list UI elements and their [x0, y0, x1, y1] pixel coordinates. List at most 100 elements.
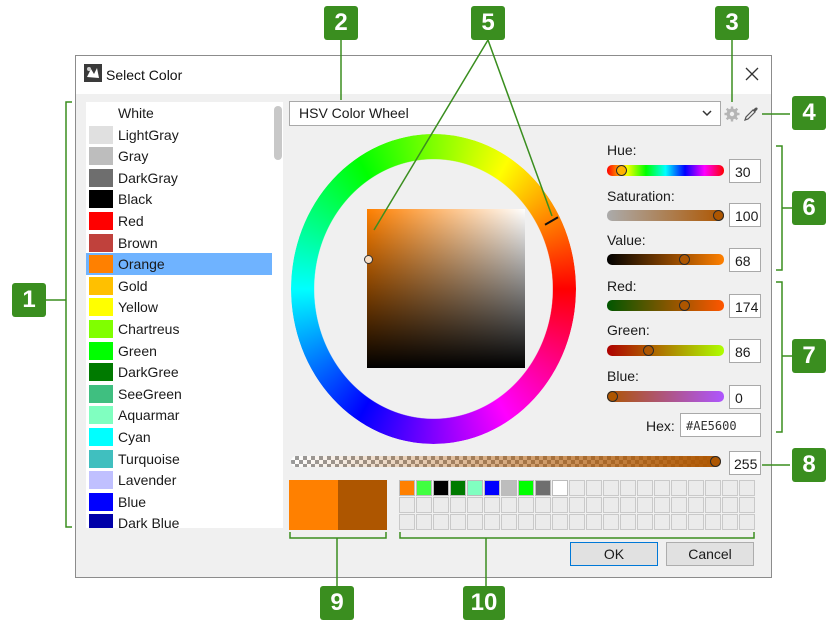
empty-custom-color-slot[interactable]	[603, 480, 619, 496]
empty-custom-color-slot[interactable]	[467, 497, 483, 513]
hsv-color-wheel[interactable]	[291, 134, 576, 444]
color-list-item[interactable]: Aquarmar	[86, 404, 272, 426]
empty-custom-color-slot[interactable]	[620, 480, 636, 496]
empty-custom-color-slot[interactable]	[518, 497, 534, 513]
color-list-item[interactable]: Gold	[86, 275, 272, 297]
close-icon[interactable]	[739, 61, 765, 87]
empty-custom-color-slot[interactable]	[501, 497, 517, 513]
custom-color-swatch[interactable]	[450, 480, 466, 496]
empty-custom-color-slot[interactable]	[399, 514, 415, 530]
empty-custom-color-slot[interactable]	[654, 514, 670, 530]
empty-custom-color-slot[interactable]	[569, 480, 585, 496]
empty-custom-color-slot[interactable]	[450, 514, 466, 530]
empty-custom-color-slot[interactable]	[722, 514, 738, 530]
empty-custom-color-slot[interactable]	[722, 480, 738, 496]
color-list-item[interactable]: SeeGreen	[86, 383, 272, 405]
empty-custom-color-slot[interactable]	[586, 497, 602, 513]
alpha-slider-knob[interactable]	[710, 456, 721, 467]
custom-color-swatch[interactable]	[467, 480, 483, 496]
empty-custom-color-slot[interactable]	[654, 480, 670, 496]
empty-custom-color-slot[interactable]	[433, 514, 449, 530]
empty-custom-color-slot[interactable]	[535, 497, 551, 513]
empty-custom-color-slot[interactable]	[535, 514, 551, 530]
custom-color-swatch[interactable]	[501, 480, 517, 496]
hue-slider-knob[interactable]	[615, 165, 627, 176]
empty-custom-color-slot[interactable]	[705, 480, 721, 496]
empty-custom-color-slot[interactable]	[399, 497, 415, 513]
empty-custom-color-slot[interactable]	[671, 480, 687, 496]
empty-custom-color-slot[interactable]	[552, 497, 568, 513]
empty-custom-color-slot[interactable]	[552, 514, 568, 530]
saturation-value-field[interactable]: 100	[729, 203, 761, 227]
color-list-item[interactable]: Gray	[86, 145, 272, 167]
hue-slider[interactable]	[607, 165, 724, 176]
empty-custom-color-slot[interactable]	[603, 514, 619, 530]
sv-picker-handle[interactable]	[364, 255, 373, 264]
green-slider[interactable]	[607, 345, 724, 356]
empty-custom-color-slot[interactable]	[518, 514, 534, 530]
scrollbar-thumb[interactable]	[274, 106, 282, 160]
color-list-item[interactable]: Brown	[86, 232, 272, 254]
color-list-item[interactable]: Yellow	[86, 296, 272, 318]
alpha-slider[interactable]	[291, 456, 721, 467]
color-list-item[interactable]: Chartreus	[86, 318, 272, 340]
custom-color-swatch[interactable]	[433, 480, 449, 496]
empty-custom-color-slot[interactable]	[433, 497, 449, 513]
empty-custom-color-slot[interactable]	[654, 497, 670, 513]
color-list-item[interactable]: LightGray	[86, 124, 272, 146]
saturation-value-square[interactable]	[367, 209, 525, 368]
custom-color-swatch[interactable]	[518, 480, 534, 496]
ok-button[interactable]: OK	[570, 542, 658, 566]
empty-custom-color-slot[interactable]	[739, 480, 755, 496]
named-color-list[interactable]: White LightGray Gray DarkGray Black Red Brown O…	[86, 102, 283, 528]
red-slider-knob[interactable]	[679, 300, 691, 311]
custom-color-swatch[interactable]	[484, 480, 500, 496]
empty-custom-color-slot[interactable]	[569, 497, 585, 513]
empty-custom-color-slot[interactable]	[586, 480, 602, 496]
empty-custom-color-slot[interactable]	[705, 497, 721, 513]
green-value-field[interactable]: 86	[729, 339, 761, 363]
empty-custom-color-slot[interactable]	[416, 497, 432, 513]
color-list-item[interactable]: DarkGray	[86, 167, 272, 189]
empty-custom-color-slot[interactable]	[637, 514, 653, 530]
color-list-item[interactable]: Green	[86, 340, 272, 362]
saturation-slider-knob[interactable]	[713, 210, 724, 221]
hue-value-field[interactable]: 30	[729, 159, 761, 183]
empty-custom-color-slot[interactable]	[688, 514, 704, 530]
custom-color-swatch[interactable]	[535, 480, 551, 496]
gear-icon[interactable]	[724, 106, 740, 122]
hex-input[interactable]: #AE5600	[680, 413, 761, 437]
color-list-item[interactable]: Dark Blue	[86, 512, 272, 528]
empty-custom-color-slot[interactable]	[739, 514, 755, 530]
value-slider-knob[interactable]	[679, 254, 691, 265]
empty-custom-color-slot[interactable]	[705, 514, 721, 530]
blue-slider[interactable]	[607, 391, 724, 402]
empty-custom-color-slot[interactable]	[501, 514, 517, 530]
red-slider[interactable]	[607, 300, 724, 311]
empty-custom-color-slot[interactable]	[671, 497, 687, 513]
empty-custom-color-slot[interactable]	[637, 497, 653, 513]
red-value-field[interactable]: 174	[729, 294, 761, 318]
empty-custom-color-slot[interactable]	[603, 497, 619, 513]
empty-custom-color-slot[interactable]	[450, 497, 466, 513]
color-list-item[interactable]: Orange	[86, 253, 272, 276]
empty-custom-color-slot[interactable]	[739, 497, 755, 513]
color-list-item[interactable]: Blue	[86, 491, 272, 513]
eyedropper-icon[interactable]	[743, 106, 759, 122]
color-list-item[interactable]: Cyan	[86, 426, 272, 448]
blue-value-field[interactable]: 0	[729, 385, 761, 409]
alpha-value-field[interactable]: 255	[729, 451, 761, 475]
empty-custom-color-slot[interactable]	[416, 514, 432, 530]
value-value-field[interactable]: 68	[729, 248, 761, 272]
custom-color-swatch[interactable]	[552, 480, 568, 496]
empty-custom-color-slot[interactable]	[484, 514, 500, 530]
color-list-item[interactable]: White	[86, 102, 272, 124]
empty-custom-color-slot[interactable]	[484, 497, 500, 513]
cancel-button[interactable]: Cancel	[666, 542, 754, 566]
empty-custom-color-slot[interactable]	[620, 497, 636, 513]
empty-custom-color-slot[interactable]	[467, 514, 483, 530]
empty-custom-color-slot[interactable]	[620, 514, 636, 530]
color-list-item[interactable]: Red	[86, 210, 272, 232]
empty-custom-color-slot[interactable]	[722, 497, 738, 513]
green-slider-knob[interactable]	[643, 345, 655, 356]
